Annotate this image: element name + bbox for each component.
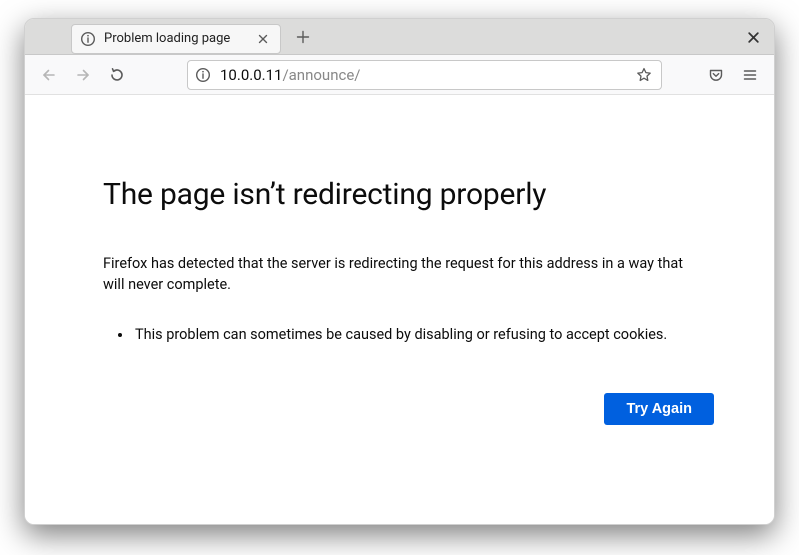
url-host: 10.0.0.11 [220, 66, 282, 84]
tab-active[interactable]: Problem loading page [71, 24, 281, 54]
tab-title: Problem loading page [104, 31, 246, 46]
toolbar: 10.0.0.11/announce/ [25, 55, 774, 95]
tab-strip: Problem loading page [25, 19, 774, 55]
tab-close-button[interactable] [254, 30, 272, 48]
pocket-icon[interactable] [700, 60, 732, 90]
error-hint-item: This problem can sometimes be caused by … [133, 325, 714, 345]
error-title: The page isn’t redirecting properly [103, 177, 714, 212]
menu-icon[interactable] [734, 60, 766, 90]
url-path: /announce/ [282, 66, 360, 84]
reload-button[interactable] [101, 60, 133, 90]
site-info-icon[interactable] [194, 66, 212, 84]
forward-button[interactable] [67, 60, 99, 90]
window-close-button[interactable] [738, 19, 768, 55]
back-button[interactable] [33, 60, 65, 90]
info-icon [80, 31, 96, 47]
action-row: Try Again [103, 393, 714, 425]
error-description: Firefox has detected that the server is … [103, 254, 703, 295]
bookmark-star-icon[interactable] [633, 64, 655, 86]
browser-window: Problem loading page [24, 18, 775, 525]
url-display: 10.0.0.11/announce/ [220, 66, 625, 84]
page-content: The page isn’t redirecting properly Fire… [25, 95, 774, 524]
new-tab-button[interactable] [289, 23, 317, 51]
address-bar[interactable]: 10.0.0.11/announce/ [187, 60, 662, 90]
try-again-button[interactable]: Try Again [604, 393, 714, 425]
error-hints-list: This problem can sometimes be caused by … [133, 325, 714, 345]
